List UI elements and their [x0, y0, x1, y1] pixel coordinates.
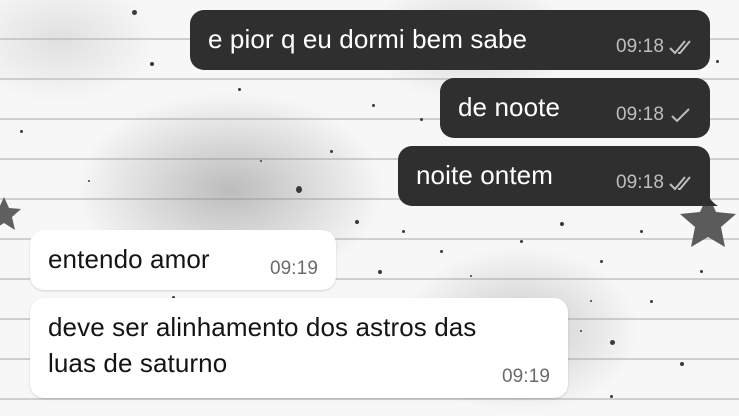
message-text: entendo amor — [48, 244, 210, 274]
message-meta: 09:18 — [616, 104, 694, 126]
message-text: e pior q eu dormi bem sabe — [208, 24, 528, 54]
message-time: 09:19 — [501, 366, 550, 387]
message-text: noite ontem — [416, 160, 553, 190]
message-text: de noote — [458, 92, 561, 122]
message-bubble-incoming[interactable]: deve ser alinhamento dos astros das luas… — [30, 298, 568, 398]
message-meta: 09:19 — [270, 258, 318, 280]
message-time: 09:18 — [615, 36, 664, 57]
message-text-line: deve ser alinhamento dos astros das — [48, 312, 477, 342]
check-icon — [671, 108, 690, 123]
message-meta: 09:19 — [502, 366, 550, 388]
message-bubble-outgoing[interactable]: noite ontem 09:18 — [398, 146, 710, 206]
message-text-line: luas de saturno — [48, 348, 228, 378]
message-time: 09:19 — [269, 258, 318, 279]
message-bubble-incoming[interactable]: entendo amor 09:19 — [30, 230, 336, 290]
message-bubble-outgoing[interactable]: de noote 09:18 — [440, 78, 710, 138]
chat-view: e pior q eu dormi bem sabe 09:18 de noot… — [0, 0, 739, 416]
bubble-tail — [704, 186, 718, 206]
message-time: 09:18 — [615, 172, 664, 193]
message-bubble-outgoing[interactable]: e pior q eu dormi bem sabe 09:18 — [190, 10, 710, 70]
message-meta: 09:18 — [616, 172, 694, 194]
double-check-icon — [669, 40, 691, 55]
message-time: 09:18 — [615, 104, 664, 125]
message-meta: 09:18 — [616, 36, 694, 58]
double-check-icon — [669, 176, 691, 191]
star-icon — [0, 197, 21, 230]
